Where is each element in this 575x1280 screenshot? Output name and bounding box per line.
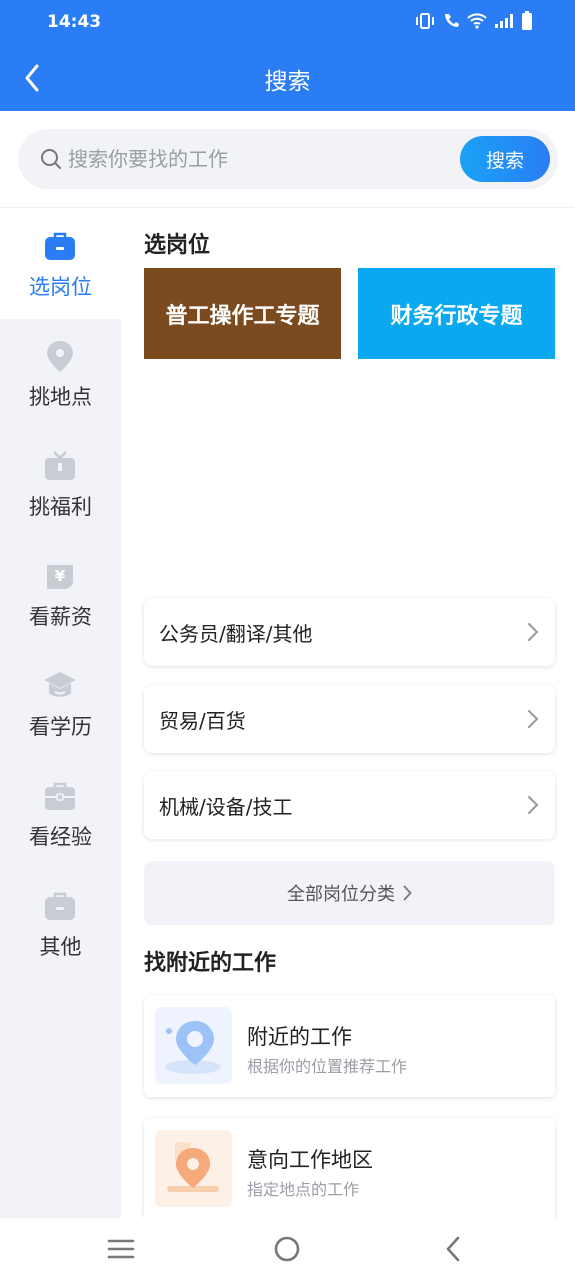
search-input[interactable] <box>68 129 448 189</box>
topic-general-labor[interactable]: 普工操作工专题 <box>144 268 341 359</box>
graduation-cap-icon <box>44 672 76 697</box>
all-categories-label: 全部岗位分类 <box>287 884 395 905</box>
sidebar-item-education[interactable]: 看学历 <box>0 649 121 759</box>
sidebar-item-job[interactable]: 选岗位 <box>0 209 121 319</box>
nearby-card-subtitle: 指定地点的工作 <box>247 1180 360 1199</box>
preferred-area-card[interactable]: 意向工作地区 指定地点的工作 <box>144 1118 555 1218</box>
sidebar-item-experience[interactable]: 看经验 <box>0 759 121 869</box>
sidebar-item-label: 看学历 <box>29 715 92 739</box>
status-time: 14:43 <box>47 12 102 32</box>
sidebar-item-label: 看薪资 <box>29 605 92 629</box>
briefcase-icon <box>45 232 75 260</box>
nearby-card-title: 附近的工作 <box>247 1025 352 1049</box>
category-label: 贸易/百货 <box>159 709 246 733</box>
nearby-card-subtitle: 根据你的位置推荐工作 <box>247 1057 408 1076</box>
sidebar-item-label: 其他 <box>39 935 82 959</box>
search-button[interactable]: 搜索 <box>460 136 550 182</box>
menu-button[interactable] <box>105 1233 137 1265</box>
category-label: 机械/设备/技工 <box>159 795 293 819</box>
category-item[interactable]: 公务员/翻译/其他 <box>144 598 555 666</box>
location-pin-icon <box>47 341 73 372</box>
app-header: 14:43 搜索 <box>0 0 575 111</box>
chevron-right-icon <box>528 796 539 814</box>
battery-icon <box>522 11 532 30</box>
home-button[interactable] <box>271 1233 303 1265</box>
chevron-left-icon <box>446 1236 460 1262</box>
system-nav-bar <box>0 1218 575 1280</box>
chevron-right-icon <box>528 710 539 728</box>
gift-icon <box>45 451 75 480</box>
wifi-icon <box>467 13 487 29</box>
section-title-jobs: 选岗位 <box>144 233 211 258</box>
search-box: 搜索 <box>18 129 558 189</box>
chevron-right-icon <box>403 885 412 901</box>
status-icons <box>415 11 533 31</box>
topic-finance-admin[interactable]: 财务行政专题 <box>358 268 555 359</box>
main-content: 选岗位 普工操作工专题 财务行政专题 公务员/翻译/其他 贸易/百货 机械/设备… <box>121 209 575 1218</box>
yen-icon: ¥ <box>47 565 73 589</box>
location-pin-icon <box>155 1007 232 1084</box>
svg-text:¥: ¥ <box>55 567 66 585</box>
signal-icon <box>495 14 513 28</box>
location-pin-icon <box>155 1130 232 1207</box>
sidebar-item-location[interactable]: 挑地点 <box>0 319 121 429</box>
nearby-card-title: 意向工作地区 <box>247 1148 373 1172</box>
section-title-nearby: 找附近的工作 <box>144 951 277 976</box>
filter-sidebar: 选岗位 挑地点 挑福利 ¥ 看薪资 看学历 看经验 其他 <box>0 209 121 1218</box>
sidebar-item-label: 看经验 <box>29 825 92 849</box>
vibrate-icon <box>416 13 434 29</box>
sidebar-item-salary[interactable]: ¥ 看薪资 <box>0 539 121 649</box>
category-item[interactable]: 贸易/百货 <box>144 685 555 753</box>
toolbox-icon <box>45 782 75 810</box>
chevron-right-icon <box>528 623 539 641</box>
all-categories-button[interactable]: 全部岗位分类 <box>144 861 555 925</box>
sidebar-item-label: 挑福利 <box>29 495 92 519</box>
sidebar-item-benefits[interactable]: 挑福利 <box>0 429 121 539</box>
home-circle-icon <box>274 1236 300 1262</box>
category-label: 公务员/翻译/其他 <box>159 622 313 646</box>
nearby-jobs-card[interactable]: 附近的工作 根据你的位置推荐工作 <box>144 995 555 1097</box>
category-item[interactable]: 机械/设备/技工 <box>144 771 555 839</box>
search-area: 搜索 <box>0 111 575 208</box>
wifi-call-icon <box>445 14 459 27</box>
bag-icon <box>45 892 75 920</box>
system-back-button[interactable] <box>437 1233 469 1265</box>
menu-icon <box>107 1239 135 1259</box>
sidebar-item-label: 选岗位 <box>29 275 92 299</box>
page-title: 搜索 <box>264 69 311 95</box>
sidebar-item-other[interactable]: 其他 <box>0 869 121 979</box>
search-icon <box>41 149 61 169</box>
sidebar-item-label: 挑地点 <box>29 385 92 409</box>
